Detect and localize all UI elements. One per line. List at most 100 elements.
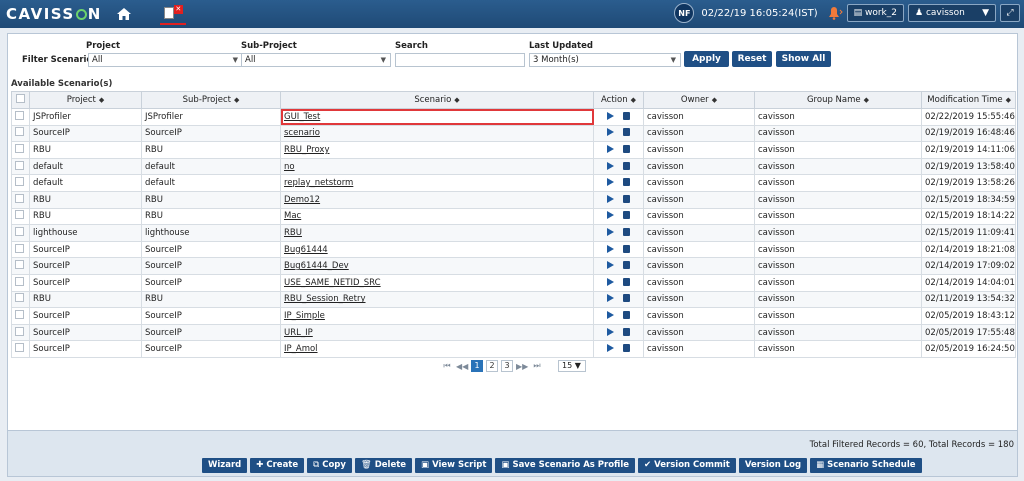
play-icon[interactable]	[607, 277, 614, 286]
scenario-cell[interactable]: IP_Simple	[280, 307, 594, 325]
notebook-icon[interactable]	[623, 344, 630, 353]
view-script-button[interactable]: ▣ View Script	[415, 458, 493, 473]
table-row[interactable]: SourceIP SourceIP Bug61444 cavisson cavisson…	[11, 240, 1016, 259]
wizard-button[interactable]: Wizard	[202, 458, 248, 473]
scenario-cell[interactable]: scenario	[280, 124, 594, 143]
notebook-icon[interactable]	[623, 327, 630, 336]
user-avatar[interactable]: NF	[674, 3, 695, 23]
scenario-cell[interactable]: URL_IP	[280, 323, 594, 342]
reset-button[interactable]: Reset	[732, 51, 772, 67]
scenario-link[interactable]: RBU_Proxy	[284, 145, 330, 155]
create-button[interactable]: ✚ Create	[250, 458, 305, 473]
notebook-icon[interactable]	[623, 261, 630, 270]
row-checkbox[interactable]	[11, 340, 30, 358]
row-checkbox[interactable]	[11, 307, 30, 325]
play-icon[interactable]	[607, 244, 614, 253]
page-size-select[interactable]: 15 ▼	[558, 360, 586, 372]
prev-page-icon[interactable]: ◀◀	[456, 362, 468, 371]
play-icon[interactable]	[607, 161, 614, 170]
scenario-cell[interactable]: Mac	[280, 207, 594, 226]
scenario-link[interactable]: RBU_Session_Retry	[284, 294, 366, 304]
last-updated-select[interactable]: 3 Month(s) ▼	[529, 53, 681, 67]
notebook-icon[interactable]	[623, 194, 630, 203]
search-input[interactable]	[395, 53, 525, 67]
table-row[interactable]: SourceIP SourceIP scenario cavisson cavisson…	[11, 124, 1016, 143]
notebook-icon[interactable]	[623, 178, 630, 187]
scenario-link[interactable]: Mac	[284, 211, 301, 221]
scenario-cell[interactable]: no	[280, 157, 594, 176]
page-button[interactable]: 1	[471, 360, 483, 372]
notebook-icon[interactable]	[623, 211, 630, 220]
column-header-subproject[interactable]: Sub-Project ◆	[141, 91, 281, 109]
page-button[interactable]: 3	[501, 360, 513, 372]
home-icon[interactable]	[116, 7, 132, 21]
scenario-link[interactable]: RBU	[284, 228, 302, 238]
save-as-profile-button[interactable]: ▣ Save Scenario As Profile	[495, 458, 636, 473]
play-icon[interactable]	[607, 178, 614, 187]
scenario-cell[interactable]: RBU_Session_Retry	[280, 290, 594, 309]
row-checkbox[interactable]	[11, 141, 30, 159]
play-icon[interactable]	[607, 327, 614, 336]
row-checkbox[interactable]	[11, 273, 30, 292]
table-row[interactable]: SourceIP SourceIP Bug61444_Dev cavisson cavi…	[11, 257, 1016, 275]
open-scenario-tab[interactable]: ✕	[159, 3, 186, 25]
play-icon[interactable]	[607, 344, 614, 353]
row-checkbox[interactable]	[11, 224, 30, 242]
play-icon[interactable]	[607, 261, 614, 270]
scenario-link[interactable]: Bug61444_Dev	[284, 261, 349, 271]
table-row[interactable]: RBU RBU RBU_Session_Retry cavisson cavisson 0…	[11, 290, 1016, 309]
notebook-icon[interactable]	[623, 111, 630, 120]
table-row[interactable]: RBU RBU RBU_Proxy cavisson cavisson 02/19/201…	[11, 141, 1016, 159]
scenario-cell[interactable]: IP_Amol	[280, 340, 594, 358]
first-page-icon[interactable]: ⏮	[441, 361, 453, 371]
table-row[interactable]: SourceIP SourceIP IP_Simple cavisson cavisso…	[11, 307, 1016, 325]
scenario-schedule-button[interactable]: ▦ Scenario Schedule	[810, 458, 922, 473]
copy-button[interactable]: ⧉ Copy	[307, 458, 352, 473]
notebook-icon[interactable]	[623, 227, 630, 236]
scenario-cell[interactable]: Demo12	[280, 190, 594, 209]
last-page-icon[interactable]: ⏭	[531, 361, 543, 371]
table-row[interactable]: default default replay_netstorm cavisson cav…	[11, 174, 1016, 192]
scenario-cell[interactable]: Bug61444	[280, 240, 594, 259]
show-all-button[interactable]: Show All	[776, 51, 831, 67]
row-checkbox[interactable]	[11, 108, 30, 126]
notebook-icon[interactable]	[623, 161, 630, 170]
scenario-cell[interactable]: RBU	[280, 224, 594, 242]
delete-button[interactable]: 🗑 Delete	[354, 458, 413, 473]
scenario-link[interactable]: IP_Simple	[284, 311, 325, 321]
project-select[interactable]: All ▼	[88, 53, 243, 67]
table-row[interactable]: JSProfiler JSProfiler GUI_Test cavisson cavi…	[11, 108, 1016, 126]
play-icon[interactable]	[607, 144, 614, 153]
scenario-link[interactable]: URL_IP	[284, 328, 313, 338]
notebook-icon[interactable]	[623, 294, 630, 303]
column-header-owner[interactable]: Owner ◆	[643, 91, 755, 109]
scenario-link[interactable]: no	[284, 162, 295, 172]
apply-button[interactable]: Apply	[684, 51, 729, 67]
scenario-cell[interactable]: replay_netstorm	[280, 174, 594, 192]
column-header-modification-time[interactable]: Modification Time ◆	[921, 91, 1016, 109]
scenario-link[interactable]: Demo12	[284, 195, 320, 205]
play-icon[interactable]	[607, 111, 614, 120]
play-icon[interactable]	[607, 194, 614, 203]
row-checkbox[interactable]	[11, 257, 30, 275]
scenario-cell[interactable]: Bug61444_Dev	[280, 257, 594, 275]
page-button[interactable]: 2	[486, 360, 498, 372]
play-icon[interactable]	[607, 310, 614, 319]
next-page-icon[interactable]: ▶▶	[516, 362, 528, 371]
column-header-action[interactable]: Action ◆	[593, 91, 644, 109]
scenario-cell[interactable]: USE_SAME_NETID_SRC	[280, 273, 594, 292]
row-checkbox[interactable]	[11, 157, 30, 176]
user-menu-button[interactable]: ♟ cavisson ▼	[908, 4, 996, 22]
close-tab-icon[interactable]: ✕	[173, 5, 183, 14]
version-log-button[interactable]: Version Log	[738, 458, 808, 473]
table-row[interactable]: SourceIP SourceIP IP_Amol cavisson cavisson 0…	[11, 340, 1016, 358]
column-header-group-name[interactable]: Group Name ◆	[754, 91, 922, 109]
fullscreen-button[interactable]: ⤢	[1000, 4, 1020, 22]
workspace-button[interactable]: ▤ work_2	[846, 4, 904, 22]
play-icon[interactable]	[607, 128, 614, 137]
row-checkbox[interactable]	[11, 190, 30, 209]
select-all-checkbox[interactable]	[11, 91, 30, 109]
row-checkbox[interactable]	[11, 207, 30, 226]
row-checkbox[interactable]	[11, 124, 30, 143]
alert-icon[interactable]	[825, 5, 843, 21]
